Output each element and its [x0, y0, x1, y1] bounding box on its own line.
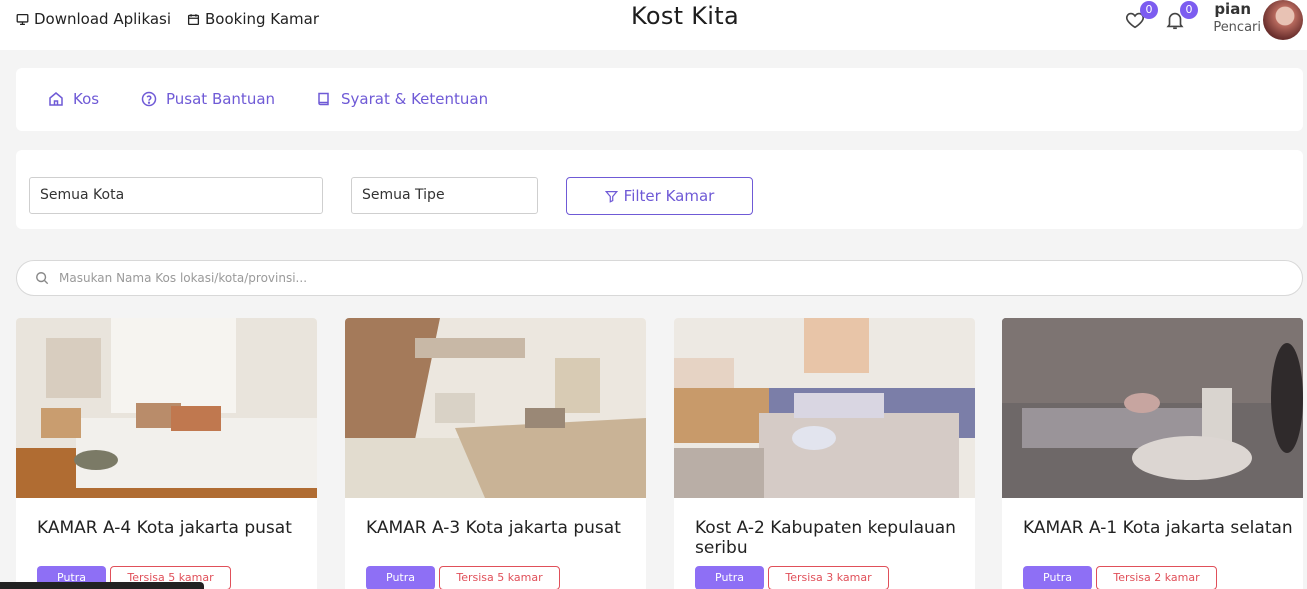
- listing-title: Kost A-2 Kabupaten kepulauan seribu: [695, 518, 956, 558]
- book-icon: [318, 92, 329, 106]
- top-bar: Download Aplikasi Booking Kamar Kost Kit…: [0, 0, 1307, 50]
- listing-card[interactable]: KAMAR A-1 Kota jakarta selatan Putra Ter…: [1002, 318, 1303, 589]
- user-name[interactable]: pian: [1214, 0, 1251, 18]
- nav-item-kos[interactable]: Kos: [48, 90, 99, 108]
- filter-card: Semua Kota Semua Tipe Filter Kamar: [16, 150, 1303, 229]
- gender-type-badge: Putra: [1023, 566, 1092, 589]
- room-photo: [345, 318, 646, 498]
- rooms-remaining-badge: Tersisa 3 kamar: [768, 566, 889, 589]
- rooms-remaining-badge: Tersisa 5 kamar: [439, 566, 560, 589]
- notifications-count-badge: 0: [1180, 1, 1198, 19]
- notifications-button[interactable]: 0: [1164, 1, 1198, 33]
- help-circle-icon: [141, 91, 157, 107]
- user-role: Pencari: [1213, 20, 1261, 35]
- city-select[interactable]: Semua Kota: [29, 177, 323, 214]
- nav-item-label: Kos: [73, 90, 100, 108]
- listing-card[interactable]: Kost A-2 Kabupaten kepulauan seribu Putr…: [674, 318, 975, 589]
- search-bar: [16, 260, 1303, 296]
- listing-title: KAMAR A-1 Kota jakarta selatan: [1023, 518, 1293, 538]
- type-select[interactable]: Semua Tipe: [351, 177, 538, 214]
- avatar[interactable]: [1263, 0, 1303, 40]
- nav-item-help-center[interactable]: Pusat Bantuan: [141, 90, 275, 108]
- filter-button-label: Filter Kamar: [623, 187, 715, 205]
- brand-title[interactable]: Kost Kita: [0, 2, 1307, 30]
- listing-title: KAMAR A-3 Kota jakarta pusat: [366, 518, 621, 538]
- search-icon: [36, 272, 49, 285]
- room-photo: [16, 318, 317, 498]
- favorites-button[interactable]: 0: [1124, 1, 1158, 33]
- room-photo: [674, 318, 975, 498]
- nav-item-terms[interactable]: Syarat & Ketentuan: [316, 90, 488, 108]
- listing-card[interactable]: KAMAR A-4 Kota jakarta pusat Putra Tersi…: [16, 318, 317, 589]
- favorites-count-badge: 0: [1140, 1, 1158, 19]
- home-icon: [49, 92, 63, 106]
- gender-type-badge: Putra: [366, 566, 435, 589]
- room-photo: [1002, 318, 1303, 498]
- nav-card: Kos Pusat Bantuan Syarat & Ketentuan: [16, 68, 1303, 131]
- gender-type-badge: Putra: [695, 566, 764, 589]
- bottom-bar: [0, 582, 204, 589]
- listing-card[interactable]: KAMAR A-3 Kota jakarta pusat Putra Tersi…: [345, 318, 646, 589]
- nav-item-label: Syarat & Ketentuan: [341, 90, 489, 108]
- nav-item-label: Pusat Bantuan: [166, 90, 276, 108]
- listing-title: KAMAR A-4 Kota jakarta pusat: [37, 518, 292, 538]
- filter-rooms-button[interactable]: Filter Kamar: [566, 177, 753, 215]
- search-input[interactable]: [59, 271, 1302, 285]
- filter-icon: [604, 190, 618, 203]
- rooms-remaining-badge: Tersisa 2 kamar: [1096, 566, 1217, 589]
